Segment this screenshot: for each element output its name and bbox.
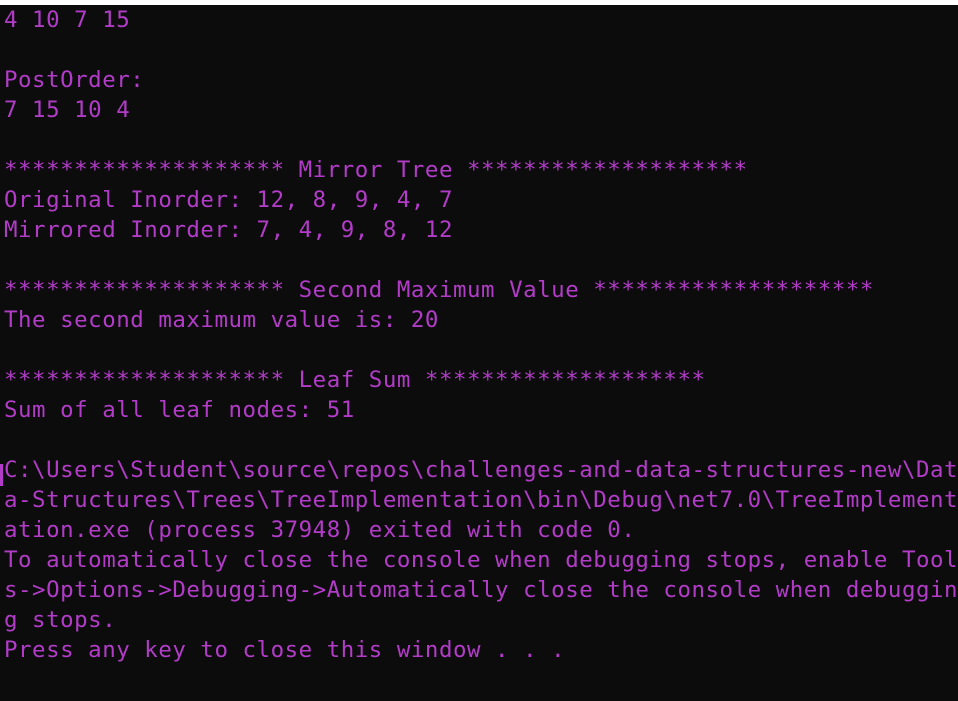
text-cursor — [0, 464, 3, 486]
section-header-mirror-tree: ******************** Mirror Tree *******… — [4, 157, 748, 183]
console-window[interactable]: 4 10 7 15 PostOrder: 7 15 10 4 *********… — [0, 5, 958, 701]
exit-message-line: a-Structures\Trees\TreeImplementation\bi… — [4, 487, 958, 513]
console-line: Sum of all leaf nodes: 51 — [4, 397, 355, 423]
console-line: Mirrored Inorder: 7, 4, 9, 8, 12 — [4, 217, 453, 243]
exit-message-line: C:\Users\Student\source\repos\challenges… — [4, 457, 958, 483]
console-line: The second maximum value is: 20 — [4, 307, 439, 333]
console-output: 4 10 7 15 PostOrder: 7 15 10 4 *********… — [4, 5, 958, 665]
console-line: PostOrder: — [4, 67, 145, 93]
console-line: 4 10 7 15 — [4, 7, 131, 33]
hint-message-line: s->Options->Debugging->Automatically clo… — [4, 577, 958, 603]
console-line: 7 15 10 4 — [4, 97, 131, 123]
console-line: Original Inorder: 12, 8, 9, 4, 7 — [4, 187, 453, 213]
exit-message-line: ation.exe (process 37948) exited with co… — [4, 517, 636, 543]
hint-message-line: To automatically close the console when … — [4, 547, 958, 573]
hint-message-line: g stops. — [4, 607, 117, 633]
press-any-key-prompt: Press any key to close this window . . . — [4, 637, 566, 663]
section-header-second-maximum: ******************** Second Maximum Valu… — [4, 277, 874, 303]
section-header-leaf-sum: ******************** Leaf Sum **********… — [4, 367, 706, 393]
